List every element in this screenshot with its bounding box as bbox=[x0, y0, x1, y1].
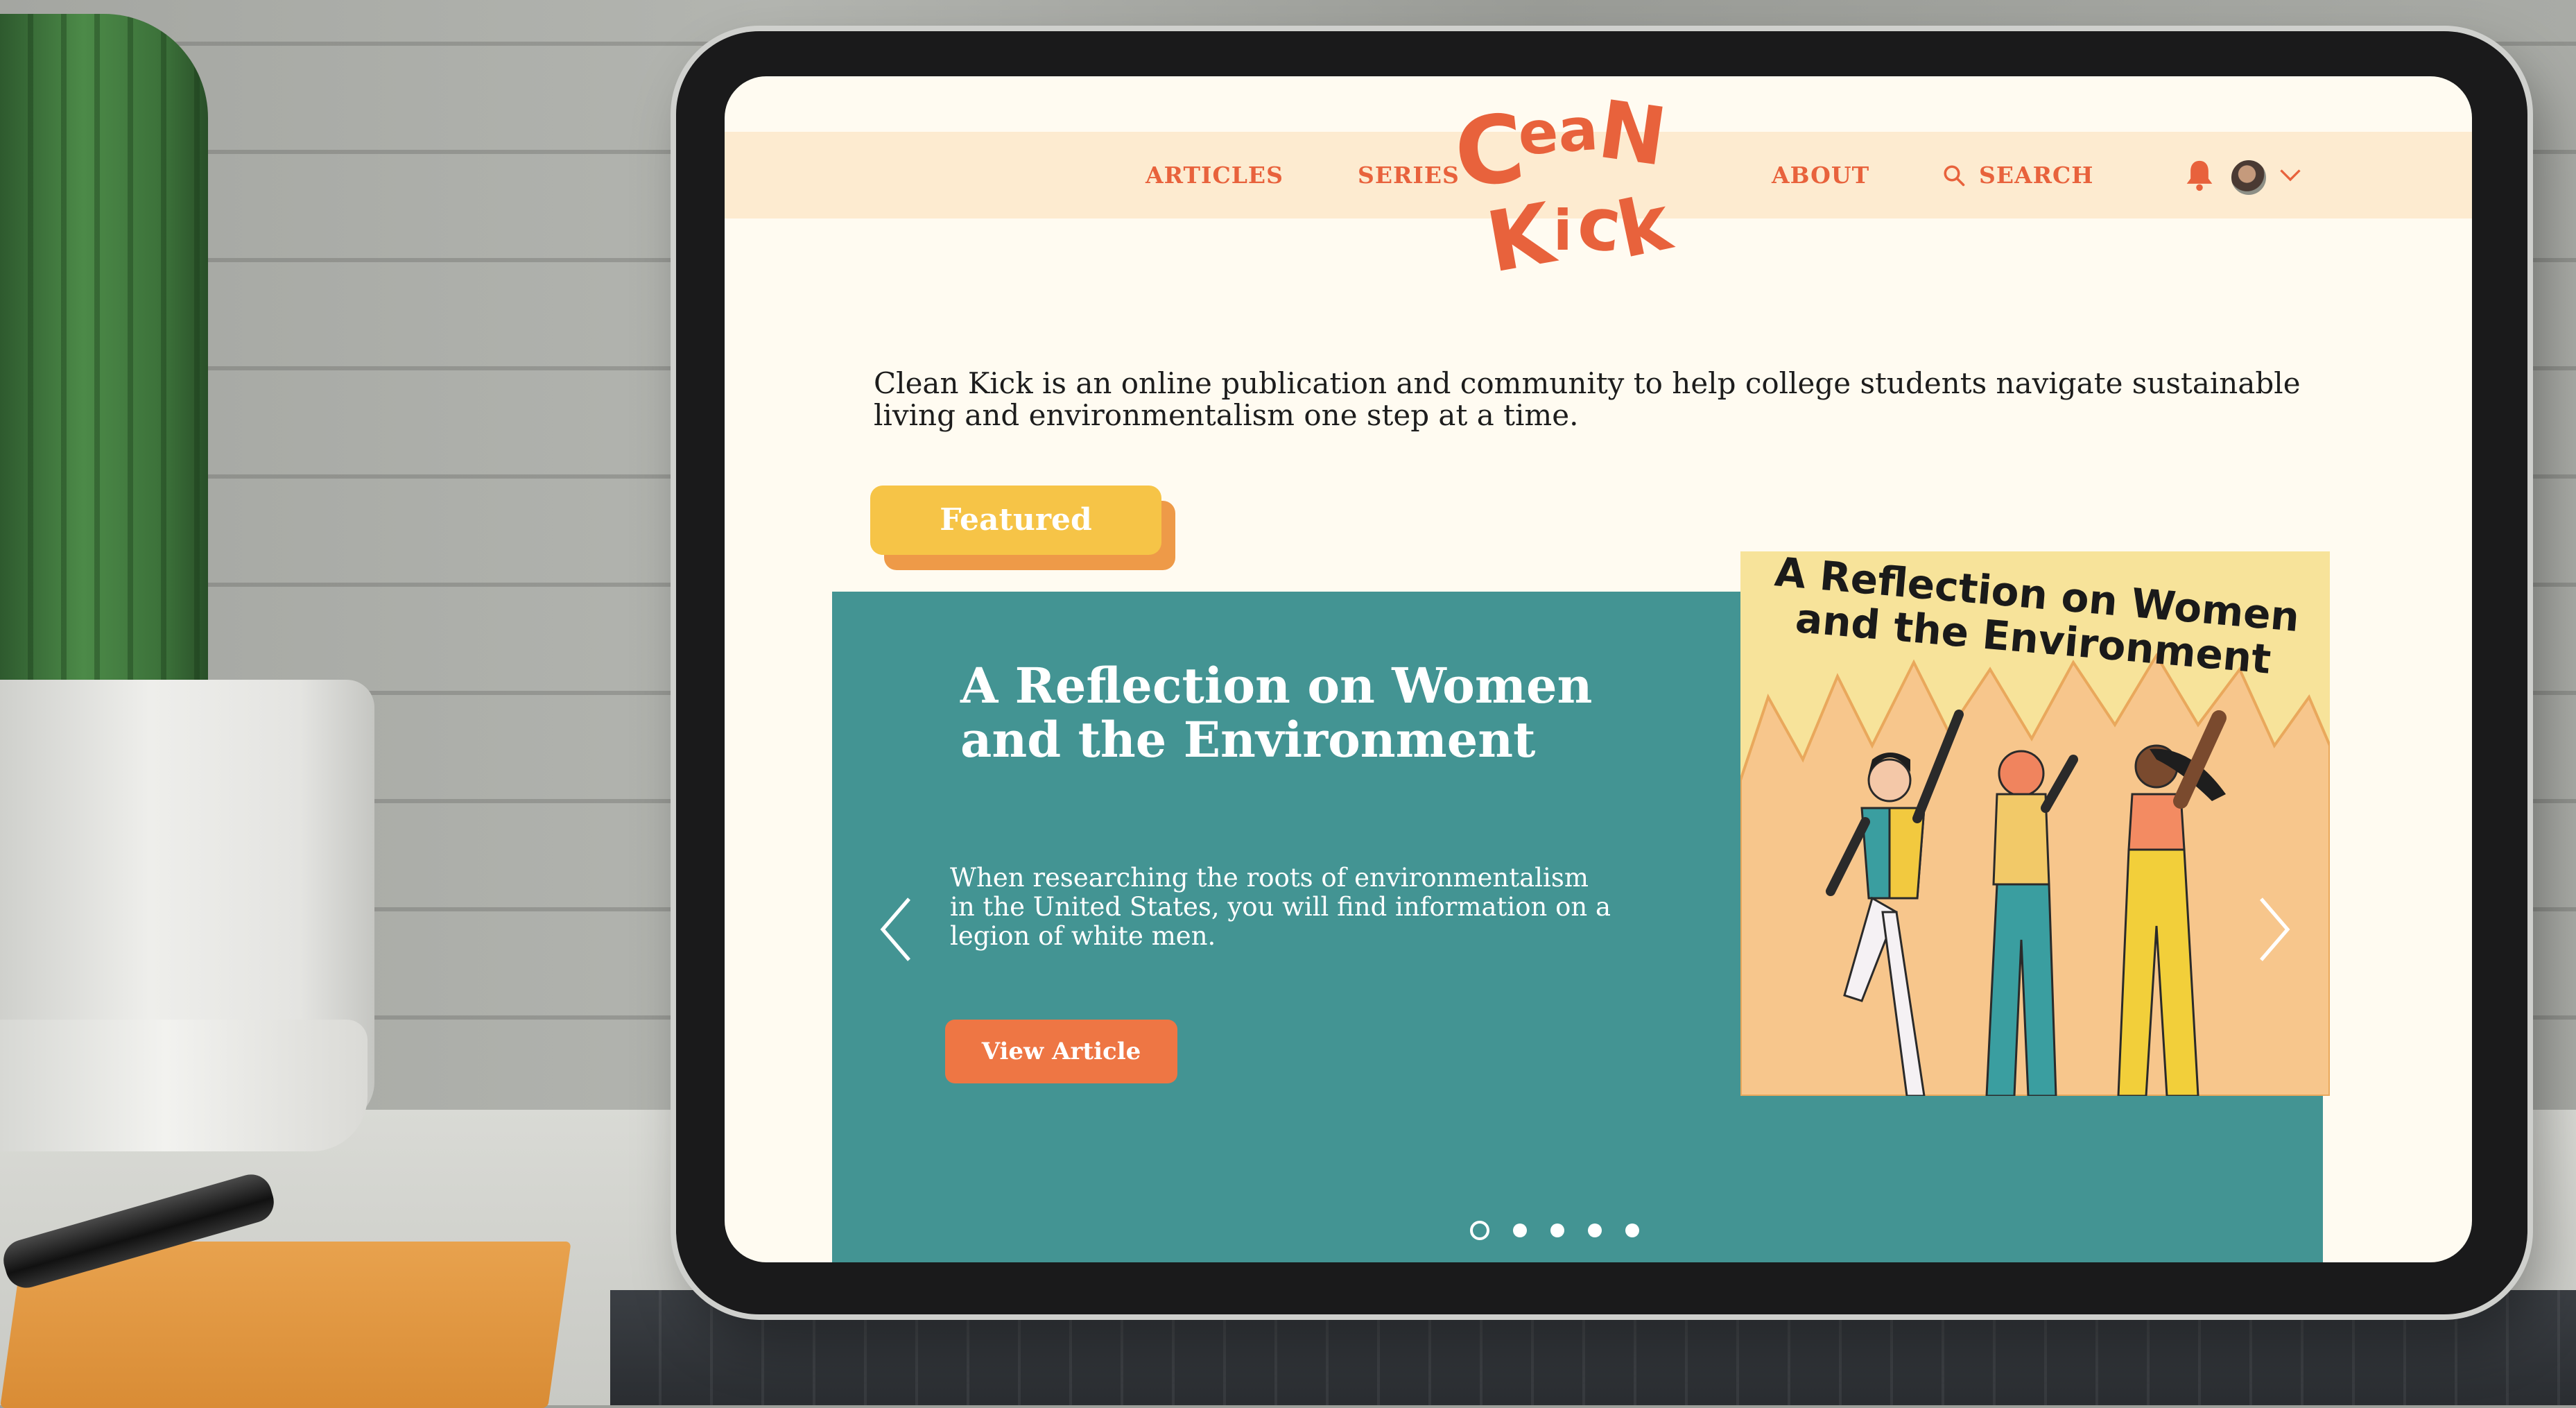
svg-text:k: k bbox=[1610, 178, 1678, 275]
svg-text:i: i bbox=[1553, 198, 1572, 263]
intro-text: Clean Kick is an online publication and … bbox=[874, 366, 2301, 432]
carousel-dot-5[interactable] bbox=[1625, 1224, 1639, 1237]
view-article-button[interactable]: View Article bbox=[945, 1020, 1177, 1083]
plant-pot-saucer bbox=[0, 1020, 368, 1151]
nav-series[interactable]: SERIES bbox=[1358, 132, 1460, 218]
nav-articles[interactable]: ARTICLES bbox=[1146, 132, 1283, 218]
search-icon bbox=[1944, 164, 1965, 186]
chevron-down-icon[interactable] bbox=[2278, 166, 2303, 184]
bell-icon[interactable] bbox=[2184, 157, 2215, 192]
carousel-pagination bbox=[1470, 1221, 1639, 1240]
carousel-next-arrow-icon[interactable] bbox=[2257, 895, 2292, 964]
nav-about[interactable]: ABOUT bbox=[1772, 132, 1869, 218]
cactus-plant bbox=[0, 14, 208, 721]
search-button[interactable]: SEARCH bbox=[1942, 132, 2093, 218]
carousel-dot-1[interactable] bbox=[1470, 1221, 1489, 1240]
clean-kick-logo[interactable]: C ea N K i c k bbox=[1449, 76, 1678, 284]
featured-tag: Featured bbox=[870, 486, 1161, 555]
avatar[interactable] bbox=[2229, 158, 2268, 197]
website-screen: ARTICLES SERIES ABOUT SEARCH C ea N K i … bbox=[725, 76, 2472, 1262]
article-excerpt: When researching the roots of environmen… bbox=[950, 863, 1611, 951]
carousel-dot-2[interactable] bbox=[1513, 1224, 1527, 1237]
article-illustration[interactable]: A Reflection on Women and the Environmen… bbox=[1740, 551, 2330, 1096]
article-title[interactable]: A Reflection on Women and the Environmen… bbox=[960, 659, 1695, 767]
svg-text:ea: ea bbox=[1516, 95, 1600, 169]
search-label: SEARCH bbox=[1979, 162, 2094, 189]
carousel-prev-arrow-icon[interactable] bbox=[879, 895, 913, 964]
carousel-dot-3[interactable] bbox=[1550, 1224, 1564, 1237]
svg-text:N: N bbox=[1593, 83, 1672, 184]
svg-text:K: K bbox=[1480, 185, 1563, 284]
carousel-dot-4[interactable] bbox=[1588, 1224, 1602, 1237]
